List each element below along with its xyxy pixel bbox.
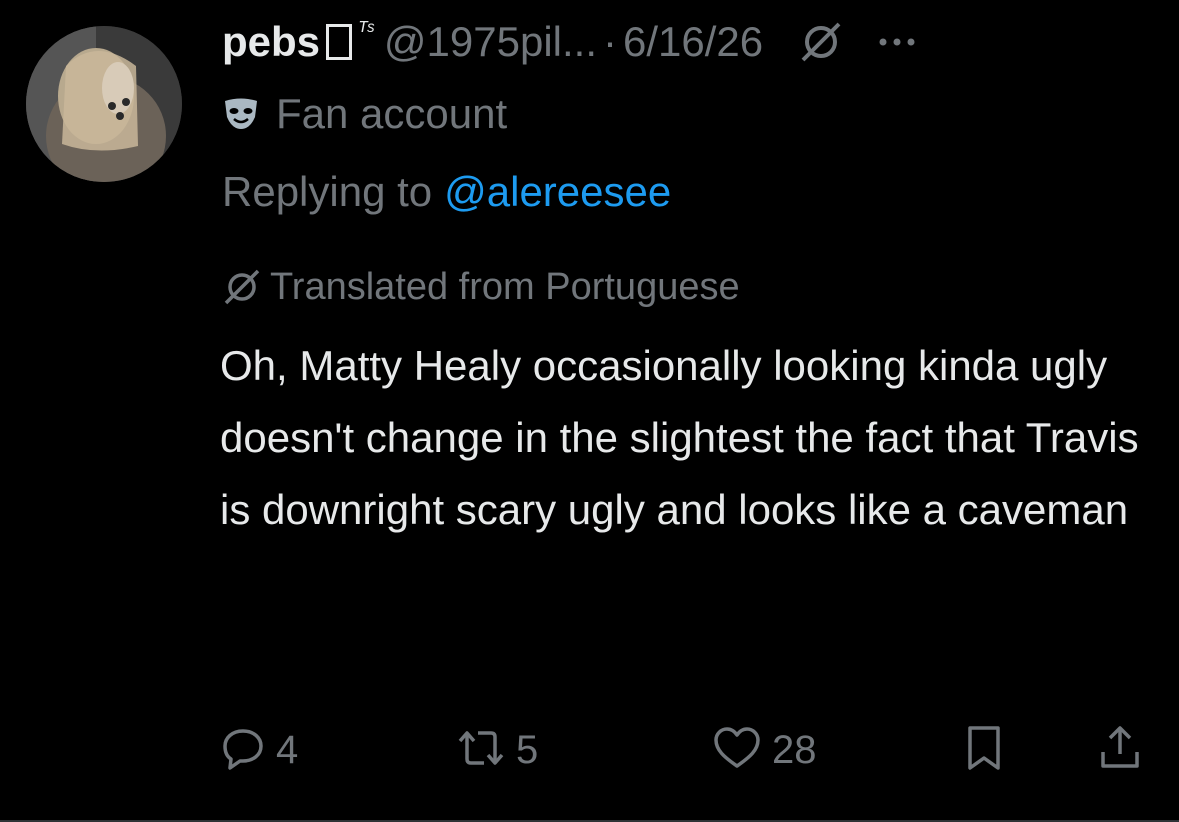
replying-to: Replying to @alereesee [222, 164, 671, 220]
avatar[interactable] [26, 26, 182, 182]
translation-note-text: Translated from Portuguese [270, 265, 740, 308]
like-icon [712, 725, 762, 776]
reply-count: 4 [276, 727, 299, 772]
grok-icon [222, 267, 262, 307]
avatar-image [26, 26, 182, 182]
tweet-date[interactable]: 6/16/26 [623, 18, 763, 66]
repost-count: 5 [516, 727, 539, 772]
tweet-text: Oh, Matty Healy occasionally looking kin… [220, 342, 1139, 533]
user-handle[interactable]: @1975pil... [384, 18, 597, 66]
reply-icon [220, 725, 266, 776]
replying-to-prefix: Replying to [222, 168, 433, 215]
grok-icon[interactable] [799, 20, 843, 64]
share-icon [1098, 724, 1142, 777]
account-label-text: Fan account [276, 90, 508, 137]
tweet-header: pebs ᵀˢ @1975pil... · 6/16/26 [222, 14, 917, 70]
like-count: 28 [772, 727, 817, 772]
display-name-suffix: ᵀˢ [358, 17, 374, 42]
display-name[interactable]: pebs [222, 18, 320, 66]
share-button[interactable] [1098, 722, 1142, 778]
action-bar: 4 5 28 [220, 722, 1160, 778]
separator-dot: · [603, 18, 618, 65]
reply-button[interactable]: 4 [220, 722, 298, 778]
more-icon[interactable] [877, 32, 917, 52]
like-button[interactable]: 28 [712, 722, 817, 778]
translation-note[interactable]: Translated from Portuguese [222, 262, 740, 312]
replying-to-handle-link[interactable]: @alereesee [444, 168, 671, 216]
account-label[interactable]: Fan account [222, 88, 507, 140]
bookmark-button[interactable] [962, 722, 1006, 778]
bookmark-icon [962, 724, 1006, 777]
repost-button[interactable]: 5 [456, 722, 538, 778]
mask-icon [222, 97, 260, 131]
unknown-glyph-icon [326, 24, 353, 60]
repost-icon [456, 725, 506, 776]
